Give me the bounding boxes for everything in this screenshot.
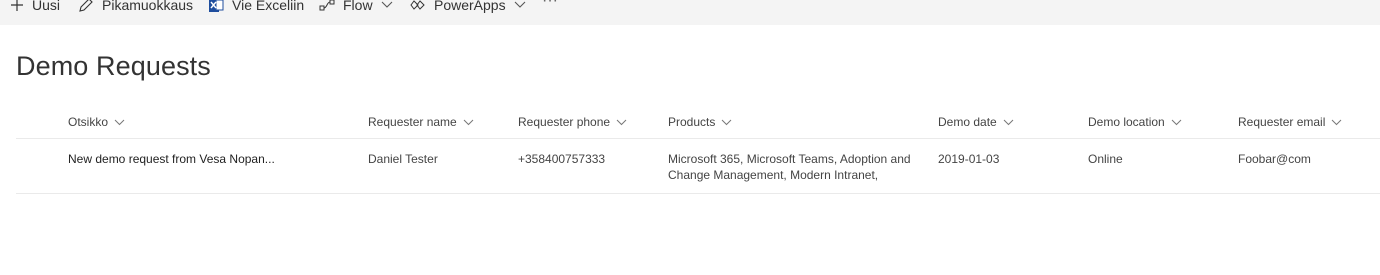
row-requester-email: Foobar@com xyxy=(1238,152,1311,166)
more-icon: ··· xyxy=(542,0,558,9)
flow-label: Flow xyxy=(343,0,373,13)
chevron-down-icon xyxy=(114,119,125,125)
column-header-label: Otsikko xyxy=(68,115,109,129)
plus-icon xyxy=(10,0,24,12)
column-header-demo-date[interactable]: Demo date xyxy=(938,114,1014,130)
quickedit-button-label: Pikamuokkaus xyxy=(102,0,194,13)
column-header-requester-email[interactable]: Requester email xyxy=(1238,114,1342,130)
flow-button[interactable]: Flow xyxy=(319,0,393,16)
new-button[interactable]: Uusi xyxy=(10,0,60,16)
column-header-requester-phone[interactable]: Requester phone xyxy=(518,114,627,130)
column-header-label: Demo date xyxy=(938,115,997,129)
excel-icon xyxy=(208,0,224,13)
column-header-label: Requester email xyxy=(1238,115,1326,129)
column-header-otsikko[interactable]: Otsikko xyxy=(68,114,125,130)
column-header-label: Requester name xyxy=(368,115,457,129)
new-button-label: Uusi xyxy=(32,0,61,13)
column-header-demo-location[interactable]: Demo location xyxy=(1088,114,1182,130)
column-header-label: Requester phone xyxy=(518,115,611,129)
row-products: Microsoft 365, Microsoft Teams, Adoption… xyxy=(668,152,911,182)
column-header-requester-name[interactable]: Requester name xyxy=(368,114,474,130)
powerapps-button[interactable]: PowerApps xyxy=(410,0,526,16)
flow-icon xyxy=(319,0,335,13)
column-header-label: Demo location xyxy=(1088,115,1165,129)
chevron-down-icon xyxy=(381,1,393,9)
column-header-label: Products xyxy=(668,115,716,129)
chevron-down-icon xyxy=(1171,119,1182,125)
chevron-down-icon xyxy=(1003,119,1014,125)
header-divider xyxy=(16,138,1380,139)
chevron-down-icon xyxy=(616,119,627,125)
row-demo-date: 2019-01-03 xyxy=(938,152,1000,166)
export-excel-label: Vie Exceliin xyxy=(232,0,305,13)
chevron-down-icon xyxy=(722,119,732,125)
export-excel-button[interactable]: Vie Exceliin xyxy=(208,0,304,16)
powerapps-label: PowerApps xyxy=(434,0,506,13)
quickedit-button[interactable]: Pikamuokkaus xyxy=(78,0,193,16)
more-button[interactable]: ··· xyxy=(542,0,558,12)
row-requester-phone: +358400757333 xyxy=(518,152,606,166)
row-divider xyxy=(16,193,1380,194)
chevron-down-icon xyxy=(1332,119,1342,125)
chevron-down-icon xyxy=(463,119,474,125)
row-title-link[interactable]: New demo request from Vesa Nopan... xyxy=(68,151,275,167)
chevron-down-icon xyxy=(514,1,526,9)
pencil-icon xyxy=(78,0,94,13)
page-title: Demo Requests xyxy=(16,51,211,81)
powerapps-icon xyxy=(410,0,426,13)
row-requester-name: Daniel Tester xyxy=(368,152,438,166)
row-demo-location: Online xyxy=(1088,152,1123,166)
column-header-products[interactable]: Products xyxy=(668,114,732,130)
command-bar: Uusi Pikamuokkaus Vie Exceliin Flow Powe… xyxy=(0,0,1380,25)
